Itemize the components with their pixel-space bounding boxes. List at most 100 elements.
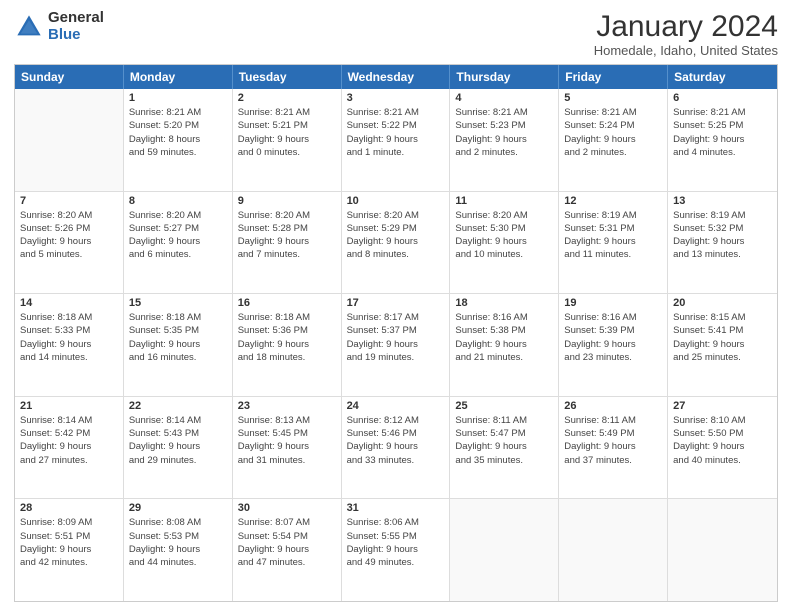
cell-line: Sunset: 5:41 PM (673, 324, 772, 337)
cell-line: Sunrise: 8:18 AM (20, 311, 118, 324)
calendar-cell: 6Sunrise: 8:21 AMSunset: 5:25 PMDaylight… (668, 89, 777, 191)
cell-line: Daylight: 9 hours (238, 235, 336, 248)
calendar-cell: 25Sunrise: 8:11 AMSunset: 5:47 PMDayligh… (450, 397, 559, 499)
calendar-cell: 15Sunrise: 8:18 AMSunset: 5:35 PMDayligh… (124, 294, 233, 396)
cell-line: Daylight: 9 hours (238, 338, 336, 351)
cell-line: Daylight: 9 hours (564, 440, 662, 453)
month-title: January 2024 (594, 10, 778, 43)
day-number: 28 (20, 502, 118, 514)
calendar-cell: 12Sunrise: 8:19 AMSunset: 5:31 PMDayligh… (559, 192, 668, 294)
cell-line: Sunset: 5:25 PM (673, 119, 772, 132)
cell-line: Daylight: 9 hours (20, 235, 118, 248)
day-number: 20 (673, 297, 772, 309)
day-number: 25 (455, 400, 553, 412)
cell-line: Sunrise: 8:14 AM (129, 414, 227, 427)
calendar-cell: 17Sunrise: 8:17 AMSunset: 5:37 PMDayligh… (342, 294, 451, 396)
logo: General Blue (14, 10, 104, 43)
cell-line: Sunset: 5:45 PM (238, 427, 336, 440)
cell-line: and 29 minutes. (129, 454, 227, 467)
cell-line: Daylight: 8 hours (129, 133, 227, 146)
cell-line: Sunset: 5:20 PM (129, 119, 227, 132)
calendar-cell: 31Sunrise: 8:06 AMSunset: 5:55 PMDayligh… (342, 499, 451, 601)
day-number: 19 (564, 297, 662, 309)
cell-line: Daylight: 9 hours (20, 543, 118, 556)
cell-line: Sunrise: 8:16 AM (455, 311, 553, 324)
cell-line: and 33 minutes. (347, 454, 445, 467)
day-number: 9 (238, 195, 336, 207)
cell-line: Sunset: 5:42 PM (20, 427, 118, 440)
cell-line: Sunset: 5:36 PM (238, 324, 336, 337)
cell-line: Sunrise: 8:12 AM (347, 414, 445, 427)
calendar-cell: 16Sunrise: 8:18 AMSunset: 5:36 PMDayligh… (233, 294, 342, 396)
cell-line: Sunrise: 8:11 AM (564, 414, 662, 427)
cell-line: Sunset: 5:35 PM (129, 324, 227, 337)
cell-line: Sunset: 5:28 PM (238, 222, 336, 235)
cell-line: Sunset: 5:54 PM (238, 530, 336, 543)
cell-line: Daylight: 9 hours (673, 235, 772, 248)
cell-line: Daylight: 9 hours (347, 133, 445, 146)
cell-line: and 37 minutes. (564, 454, 662, 467)
calendar-row: 21Sunrise: 8:14 AMSunset: 5:42 PMDayligh… (15, 397, 777, 500)
cell-line: and 7 minutes. (238, 248, 336, 261)
cell-line: Sunrise: 8:21 AM (673, 106, 772, 119)
calendar-cell (15, 89, 124, 191)
cell-line: Sunset: 5:23 PM (455, 119, 553, 132)
weekday-header: Sunday (15, 65, 124, 89)
cell-line: and 49 minutes. (347, 556, 445, 569)
cell-line: Sunrise: 8:15 AM (673, 311, 772, 324)
calendar-cell: 14Sunrise: 8:18 AMSunset: 5:33 PMDayligh… (15, 294, 124, 396)
cell-line: Sunset: 5:38 PM (455, 324, 553, 337)
weekday-header: Thursday (450, 65, 559, 89)
cell-line: and 4 minutes. (673, 146, 772, 159)
cell-line: Sunset: 5:27 PM (129, 222, 227, 235)
cell-line: Daylight: 9 hours (20, 440, 118, 453)
weekday-header: Friday (559, 65, 668, 89)
calendar-cell: 4Sunrise: 8:21 AMSunset: 5:23 PMDaylight… (450, 89, 559, 191)
day-number: 10 (347, 195, 445, 207)
cell-line: Sunrise: 8:21 AM (564, 106, 662, 119)
cell-line: Sunrise: 8:19 AM (673, 209, 772, 222)
day-number: 21 (20, 400, 118, 412)
cell-line: and 18 minutes. (238, 351, 336, 364)
cell-line: and 21 minutes. (455, 351, 553, 364)
cell-line: Daylight: 9 hours (347, 338, 445, 351)
cell-line: and 27 minutes. (20, 454, 118, 467)
cell-line: Sunrise: 8:20 AM (455, 209, 553, 222)
calendar: SundayMondayTuesdayWednesdayThursdayFrid… (14, 64, 778, 602)
cell-line: Daylight: 9 hours (564, 338, 662, 351)
calendar-row: 28Sunrise: 8:09 AMSunset: 5:51 PMDayligh… (15, 499, 777, 601)
cell-line: and 44 minutes. (129, 556, 227, 569)
cell-line: Sunset: 5:29 PM (347, 222, 445, 235)
cell-line: Daylight: 9 hours (564, 133, 662, 146)
cell-line: Sunrise: 8:19 AM (564, 209, 662, 222)
calendar-cell: 2Sunrise: 8:21 AMSunset: 5:21 PMDaylight… (233, 89, 342, 191)
cell-line: Sunrise: 8:18 AM (238, 311, 336, 324)
cell-line: Daylight: 9 hours (129, 338, 227, 351)
calendar-cell (668, 499, 777, 601)
calendar-cell: 1Sunrise: 8:21 AMSunset: 5:20 PMDaylight… (124, 89, 233, 191)
cell-line: Daylight: 9 hours (238, 440, 336, 453)
cell-line: Sunrise: 8:06 AM (347, 516, 445, 529)
cell-line: and 14 minutes. (20, 351, 118, 364)
day-number: 24 (347, 400, 445, 412)
cell-line: Sunset: 5:33 PM (20, 324, 118, 337)
day-number: 17 (347, 297, 445, 309)
cell-line: Sunrise: 8:07 AM (238, 516, 336, 529)
cell-line: and 2 minutes. (564, 146, 662, 159)
logo-text: General Blue (48, 10, 104, 43)
cell-line: Daylight: 9 hours (455, 235, 553, 248)
cell-line: Daylight: 9 hours (238, 543, 336, 556)
cell-line: Sunset: 5:26 PM (20, 222, 118, 235)
cell-line: Sunrise: 8:20 AM (20, 209, 118, 222)
day-number: 27 (673, 400, 772, 412)
calendar-cell: 27Sunrise: 8:10 AMSunset: 5:50 PMDayligh… (668, 397, 777, 499)
cell-line: Daylight: 9 hours (455, 440, 553, 453)
calendar-cell: 8Sunrise: 8:20 AMSunset: 5:27 PMDaylight… (124, 192, 233, 294)
cell-line: Sunset: 5:22 PM (347, 119, 445, 132)
cell-line: Daylight: 9 hours (673, 440, 772, 453)
cell-line: and 35 minutes. (455, 454, 553, 467)
calendar-cell: 10Sunrise: 8:20 AMSunset: 5:29 PMDayligh… (342, 192, 451, 294)
cell-line: Sunset: 5:24 PM (564, 119, 662, 132)
day-number: 29 (129, 502, 227, 514)
cell-line: Sunset: 5:39 PM (564, 324, 662, 337)
